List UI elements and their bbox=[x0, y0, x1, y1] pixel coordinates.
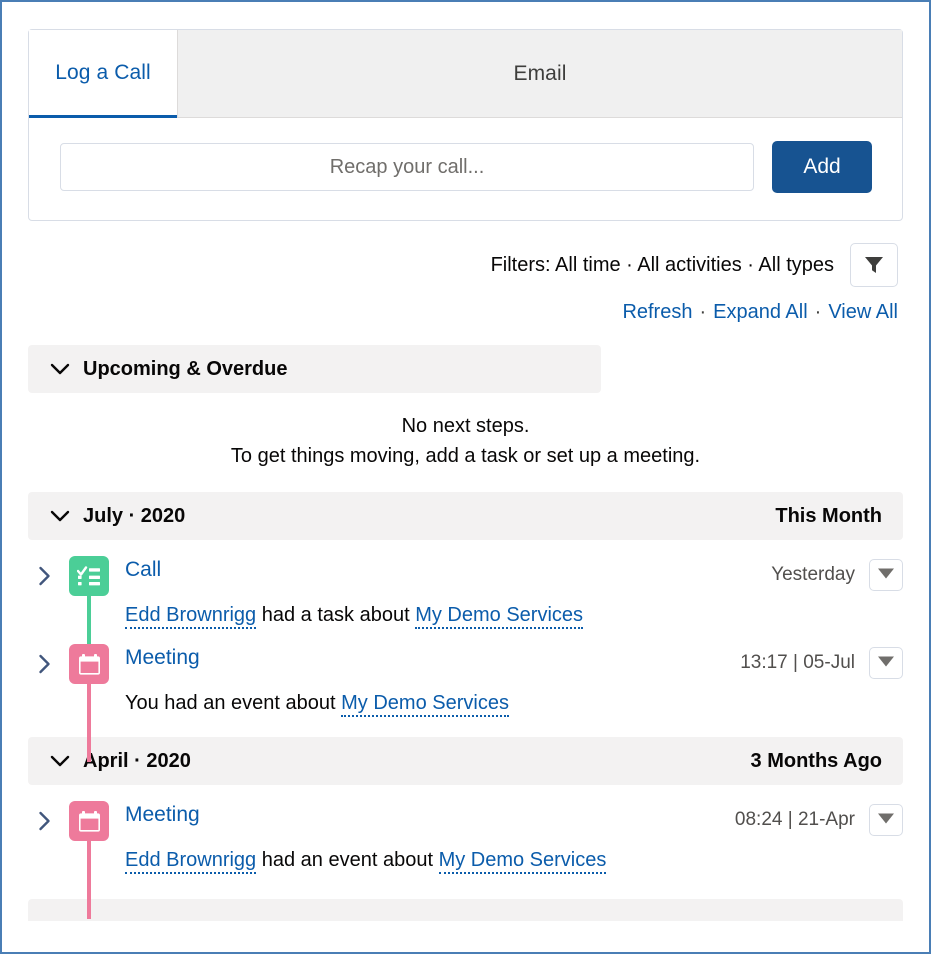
activity-description: Edd Brownrigg had a task about My Demo S… bbox=[125, 602, 903, 629]
tab-email[interactable]: Email bbox=[177, 30, 902, 118]
timeline-item-body: Meeting 08:24 | 21-Apr Edd Brownrigg had a… bbox=[120, 801, 903, 874]
upcoming-empty-state: No next steps. To get things moving, add… bbox=[28, 411, 903, 471]
chevron-right-icon bbox=[38, 654, 51, 716]
recap-input[interactable] bbox=[60, 143, 754, 191]
activity-timeline-page: Log a Call Email Add Filters: All time ·… bbox=[0, 0, 931, 954]
chevron-down-icon bbox=[50, 363, 70, 376]
activity-subject-link[interactable]: My Demo Services bbox=[438, 849, 607, 874]
activity-row-menu-button[interactable] bbox=[869, 647, 903, 679]
caret-down-icon bbox=[878, 811, 894, 829]
empty-state-line-2: To get things moving, add a task or set … bbox=[230, 445, 701, 467]
publisher-tablist: Log a Call Email bbox=[29, 30, 902, 118]
timeline-item: Call Yesterday Edd Brownrigg had a task ab… bbox=[28, 540, 903, 674]
activity-row-menu-button[interactable] bbox=[869, 804, 903, 836]
activity-subject-link[interactable]: My Demo Services bbox=[415, 604, 584, 629]
section-title: April · 2020 bbox=[83, 749, 191, 772]
page-inner: Log a Call Email Add Filters: All time ·… bbox=[2, 2, 929, 952]
timeline-item-body: Meeting 13:17 | 05-Jul You had an event ab… bbox=[120, 644, 903, 717]
timeline-item-meta: Yesterday bbox=[771, 556, 903, 591]
activity-description: You had an event about My Demo Services bbox=[125, 690, 903, 717]
activity-row-menu-button[interactable] bbox=[869, 559, 903, 591]
calendar-event-icon bbox=[69, 801, 109, 841]
task-checklist-icon bbox=[69, 556, 109, 596]
filter-funnel-icon bbox=[865, 257, 883, 273]
actions-separator-2: · bbox=[814, 301, 822, 323]
timeline-icon-column bbox=[58, 556, 120, 674]
empty-state-line-1: No next steps. bbox=[401, 415, 530, 437]
activity-date: Yesterday bbox=[771, 564, 855, 585]
activity-publisher-card: Log a Call Email Add bbox=[28, 29, 903, 221]
timeline-item: Meeting 13:17 | 05-Jul You had an event ab… bbox=[28, 628, 903, 762]
tab-email-label: Email bbox=[513, 61, 567, 85]
timeline-item-header: Meeting 08:24 | 21-Apr bbox=[125, 801, 903, 836]
timeline-connector-line bbox=[87, 841, 91, 919]
timeline-icon-column bbox=[58, 801, 120, 919]
chevron-down-icon bbox=[50, 510, 70, 523]
timeline-item-header: Call Yesterday bbox=[125, 556, 903, 591]
expand-item-toggle[interactable] bbox=[30, 801, 58, 873]
activity-date: 13:17 | 05-Jul bbox=[740, 652, 855, 673]
activity-subject-link[interactable]: My Demo Services bbox=[341, 692, 509, 717]
chevron-right-icon bbox=[38, 566, 51, 628]
filter-row: Filters: All time · All activities · All… bbox=[28, 243, 903, 287]
timeline-item-meta: 08:24 | 21-Apr bbox=[735, 801, 903, 836]
timeline-item-meta: 13:17 | 05-Jul bbox=[740, 644, 903, 679]
activity-description: Edd Brownrigg had an event about My Demo… bbox=[125, 847, 903, 874]
section-header[interactable]: July · 2020 This Month bbox=[28, 492, 903, 540]
add-button[interactable]: Add bbox=[772, 141, 872, 193]
activity-actor-link[interactable]: Edd Brownrigg bbox=[125, 604, 257, 629]
activity-date: 08:24 | 21-Apr bbox=[734, 809, 855, 830]
publisher-composer: Add bbox=[29, 118, 902, 220]
filter-summary-text: Filters: All time · All activities · All… bbox=[490, 253, 834, 276]
expand-item-toggle[interactable] bbox=[30, 556, 58, 628]
timeline-item-body: Call Yesterday Edd Brownrigg had a task ab… bbox=[120, 556, 903, 629]
expand-item-toggle[interactable] bbox=[30, 644, 58, 716]
activity-type-link[interactable]: Meeting bbox=[125, 644, 200, 672]
section-header[interactable]: April · 2020 3 Months Ago bbox=[28, 737, 903, 785]
section-relative-label: 3 Months Ago bbox=[750, 749, 882, 772]
chevron-down-icon bbox=[50, 755, 70, 768]
activity-timeline: July · 2020 This Month Call Yesterday Edd Br… bbox=[28, 492, 903, 919]
tab-log-a-call[interactable]: Log a Call bbox=[29, 30, 177, 118]
timeline-item-header: Meeting 13:17 | 05-Jul bbox=[125, 644, 903, 679]
view-all-link[interactable]: View All bbox=[828, 301, 898, 324]
refresh-link[interactable]: Refresh bbox=[622, 301, 692, 324]
next-section-peek bbox=[28, 899, 903, 921]
expand-all-link[interactable]: Expand All bbox=[713, 301, 808, 324]
tab-log-a-call-label: Log a Call bbox=[55, 60, 151, 84]
chevron-right-icon bbox=[38, 811, 51, 873]
section-header-upcoming-overdue[interactable]: Upcoming & Overdue bbox=[28, 345, 601, 393]
actions-separator-1: · bbox=[699, 301, 707, 323]
timeline-connector-line bbox=[87, 684, 91, 762]
caret-down-icon bbox=[878, 654, 894, 672]
caret-down-icon bbox=[878, 566, 894, 584]
timeline-icon-column bbox=[58, 644, 120, 762]
section-relative-label: This Month bbox=[775, 504, 882, 527]
calendar-event-icon bbox=[69, 644, 109, 684]
activity-type-link[interactable]: Call bbox=[125, 556, 161, 584]
activity-type-link[interactable]: Meeting bbox=[125, 801, 200, 829]
filter-button[interactable] bbox=[850, 243, 898, 287]
timeline-item: Meeting 08:24 | 21-Apr Edd Brownrigg had a… bbox=[28, 785, 903, 919]
section-title: July · 2020 bbox=[83, 504, 186, 527]
timeline-actions: Refresh · Expand All · View All bbox=[28, 301, 903, 324]
section-title-upcoming-overdue: Upcoming & Overdue bbox=[83, 357, 288, 380]
activity-actor-link[interactable]: Edd Brownrigg bbox=[125, 849, 257, 874]
